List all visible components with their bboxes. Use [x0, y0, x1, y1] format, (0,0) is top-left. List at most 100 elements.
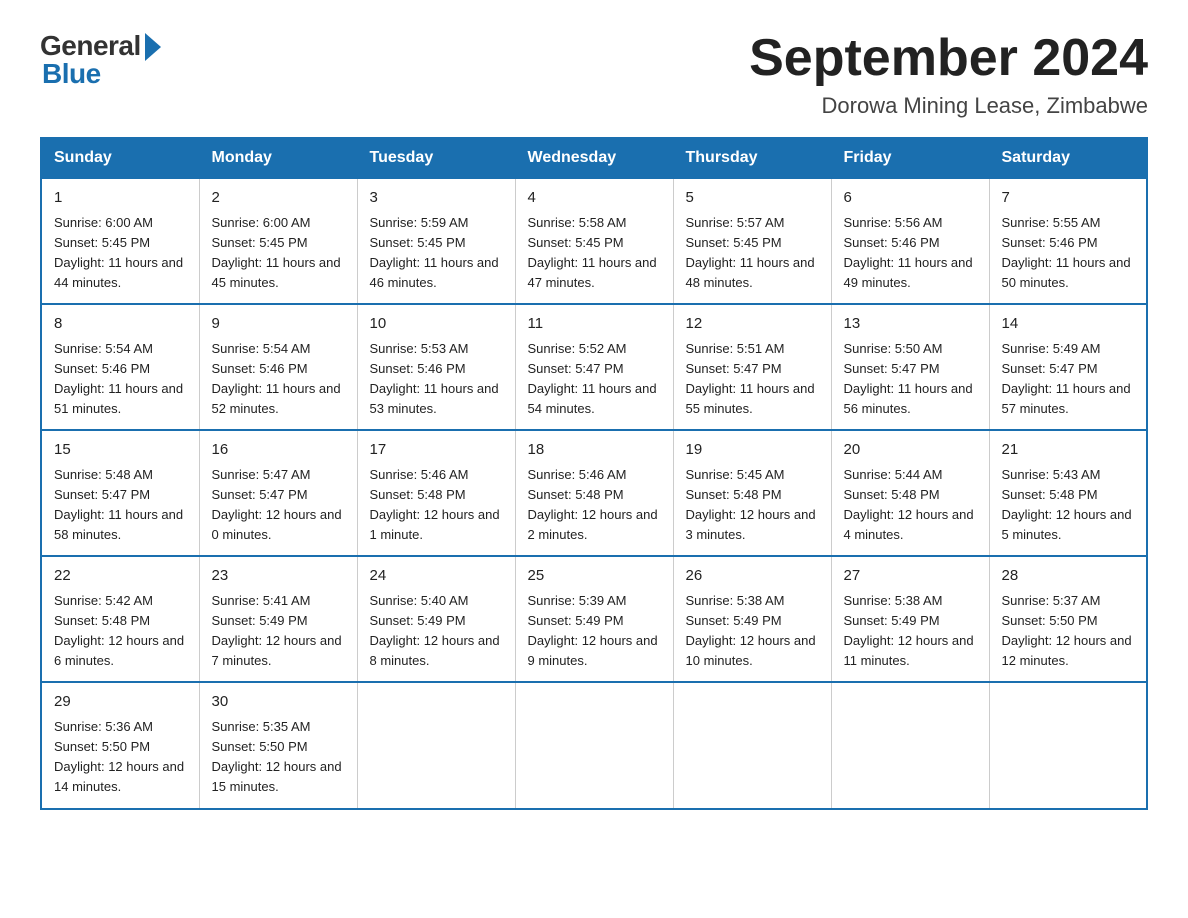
- day-number: 30: [212, 691, 347, 714]
- day-number: 21: [1002, 439, 1137, 462]
- day-number: 6: [844, 187, 979, 210]
- day-info: Sunrise: 5:47 AMSunset: 5:47 PMDaylight:…: [212, 467, 342, 542]
- column-header-tuesday: Tuesday: [357, 138, 515, 178]
- day-number: 2: [212, 187, 347, 210]
- day-info: Sunrise: 5:35 AMSunset: 5:50 PMDaylight:…: [212, 719, 342, 794]
- day-number: 5: [686, 187, 821, 210]
- day-number: 20: [844, 439, 979, 462]
- calendar-cell: [989, 682, 1147, 808]
- day-info: Sunrise: 5:51 AMSunset: 5:47 PMDaylight:…: [686, 341, 815, 416]
- logo-triangle-icon: [145, 33, 161, 61]
- day-number: 23: [212, 565, 347, 588]
- day-info: Sunrise: 5:36 AMSunset: 5:50 PMDaylight:…: [54, 719, 184, 794]
- calendar-week-row: 8Sunrise: 5:54 AMSunset: 5:46 PMDaylight…: [41, 304, 1147, 430]
- calendar-cell: 21 Sunrise: 5:43 AMSunset: 5:48 PMDayligh…: [989, 430, 1147, 556]
- day-info: Sunrise: 5:38 AMSunset: 5:49 PMDaylight:…: [844, 593, 974, 668]
- day-info: Sunrise: 5:58 AMSunset: 5:45 PMDaylight:…: [528, 215, 657, 290]
- column-header-saturday: Saturday: [989, 138, 1147, 178]
- calendar-header-row: SundayMondayTuesdayWednesdayThursdayFrid…: [41, 138, 1147, 178]
- calendar-cell: 26Sunrise: 5:38 AMSunset: 5:49 PMDayligh…: [673, 556, 831, 682]
- day-info: Sunrise: 5:55 AMSunset: 5:46 PMDaylight:…: [1002, 215, 1131, 290]
- day-info: Sunrise: 5:50 AMSunset: 5:47 PMDaylight:…: [844, 341, 973, 416]
- calendar-cell: 23Sunrise: 5:41 AMSunset: 5:49 PMDayligh…: [199, 556, 357, 682]
- day-number: 12: [686, 313, 821, 336]
- calendar-week-row: 22 Sunrise: 5:42 AMSunset: 5:48 PMDayligh…: [41, 556, 1147, 682]
- day-info: Sunrise: 5:46 AMSunset: 5:48 PMDaylight:…: [370, 467, 500, 542]
- day-info: Sunrise: 5:59 AMSunset: 5:45 PMDaylight:…: [370, 215, 499, 290]
- day-number: 28: [1002, 565, 1137, 588]
- calendar-cell: 15 Sunrise: 5:48 AMSunset: 5:47 PMDayligh…: [41, 430, 199, 556]
- day-number: 16: [212, 439, 347, 462]
- column-header-thursday: Thursday: [673, 138, 831, 178]
- day-info: Sunrise: 6:00 AMSunset: 5:45 PMDaylight:…: [54, 215, 183, 290]
- calendar-cell: 17 Sunrise: 5:46 AMSunset: 5:48 PMDayligh…: [357, 430, 515, 556]
- calendar-cell: 18 Sunrise: 5:46 AMSunset: 5:48 PMDayligh…: [515, 430, 673, 556]
- calendar-cell: [673, 682, 831, 808]
- day-info: Sunrise: 5:48 AMSunset: 5:47 PMDaylight:…: [54, 467, 183, 542]
- day-info: Sunrise: 5:43 AMSunset: 5:48 PMDaylight:…: [1002, 467, 1132, 542]
- calendar-week-row: 15 Sunrise: 5:48 AMSunset: 5:47 PMDayligh…: [41, 430, 1147, 556]
- day-info: Sunrise: 5:53 AMSunset: 5:46 PMDaylight:…: [370, 341, 499, 416]
- calendar-cell: 30 Sunrise: 5:35 AMSunset: 5:50 PMDayligh…: [199, 682, 357, 808]
- day-number: 14: [1002, 313, 1137, 336]
- day-number: 3: [370, 187, 505, 210]
- calendar-cell: 14Sunrise: 5:49 AMSunset: 5:47 PMDayligh…: [989, 304, 1147, 430]
- calendar-cell: 22 Sunrise: 5:42 AMSunset: 5:48 PMDayligh…: [41, 556, 199, 682]
- day-info: Sunrise: 5:42 AMSunset: 5:48 PMDaylight:…: [54, 593, 184, 668]
- calendar-cell: 20Sunrise: 5:44 AMSunset: 5:48 PMDayligh…: [831, 430, 989, 556]
- column-header-sunday: Sunday: [41, 138, 199, 178]
- day-number: 25: [528, 565, 663, 588]
- day-number: 10: [370, 313, 505, 336]
- day-number: 24: [370, 565, 505, 588]
- day-info: Sunrise: 6:00 AMSunset: 5:45 PMDaylight:…: [212, 215, 341, 290]
- day-number: 22: [54, 565, 189, 588]
- day-number: 7: [1002, 187, 1137, 210]
- calendar-cell: 7 Sunrise: 5:55 AMSunset: 5:46 PMDaylight…: [989, 178, 1147, 304]
- calendar-week-row: 1Sunrise: 6:00 AMSunset: 5:45 PMDaylight…: [41, 178, 1147, 304]
- day-info: Sunrise: 5:39 AMSunset: 5:49 PMDaylight:…: [528, 593, 658, 668]
- day-info: Sunrise: 5:46 AMSunset: 5:48 PMDaylight:…: [528, 467, 658, 542]
- logo-blue-text: Blue: [40, 58, 101, 90]
- day-number: 4: [528, 187, 663, 210]
- day-info: Sunrise: 5:37 AMSunset: 5:50 PMDaylight:…: [1002, 593, 1132, 668]
- calendar-cell: 19 Sunrise: 5:45 AMSunset: 5:48 PMDayligh…: [673, 430, 831, 556]
- day-info: Sunrise: 5:54 AMSunset: 5:46 PMDaylight:…: [212, 341, 341, 416]
- day-info: Sunrise: 5:56 AMSunset: 5:46 PMDaylight:…: [844, 215, 973, 290]
- calendar-week-row: 29 Sunrise: 5:36 AMSunset: 5:50 PMDayligh…: [41, 682, 1147, 808]
- day-number: 11: [528, 313, 663, 336]
- calendar-cell: 12 Sunrise: 5:51 AMSunset: 5:47 PMDayligh…: [673, 304, 831, 430]
- day-number: 13: [844, 313, 979, 336]
- calendar-title: September 2024: [749, 30, 1148, 87]
- day-number: 19: [686, 439, 821, 462]
- day-number: 17: [370, 439, 505, 462]
- calendar-cell: 8Sunrise: 5:54 AMSunset: 5:46 PMDaylight…: [41, 304, 199, 430]
- calendar-cell: [515, 682, 673, 808]
- day-number: 26: [686, 565, 821, 588]
- logo: General Blue: [40, 30, 161, 90]
- day-number: 27: [844, 565, 979, 588]
- calendar-cell: 4 Sunrise: 5:58 AMSunset: 5:45 PMDaylight…: [515, 178, 673, 304]
- calendar-cell: 28 Sunrise: 5:37 AMSunset: 5:50 PMDayligh…: [989, 556, 1147, 682]
- calendar-cell: 6 Sunrise: 5:56 AMSunset: 5:46 PMDaylight…: [831, 178, 989, 304]
- day-info: Sunrise: 5:45 AMSunset: 5:48 PMDaylight:…: [686, 467, 816, 542]
- calendar-cell: 29 Sunrise: 5:36 AMSunset: 5:50 PMDayligh…: [41, 682, 199, 808]
- calendar-cell: 2 Sunrise: 6:00 AMSunset: 5:45 PMDaylight…: [199, 178, 357, 304]
- day-info: Sunrise: 5:40 AMSunset: 5:49 PMDaylight:…: [370, 593, 500, 668]
- calendar-cell: 16 Sunrise: 5:47 AMSunset: 5:47 PMDayligh…: [199, 430, 357, 556]
- day-info: Sunrise: 5:54 AMSunset: 5:46 PMDaylight:…: [54, 341, 183, 416]
- day-info: Sunrise: 5:57 AMSunset: 5:45 PMDaylight:…: [686, 215, 815, 290]
- day-number: 18: [528, 439, 663, 462]
- page-header: General Blue September 2024 Dorowa Minin…: [40, 30, 1148, 119]
- day-number: 9: [212, 313, 347, 336]
- calendar-cell: 27 Sunrise: 5:38 AMSunset: 5:49 PMDayligh…: [831, 556, 989, 682]
- calendar-cell: 5 Sunrise: 5:57 AMSunset: 5:45 PMDaylight…: [673, 178, 831, 304]
- calendar-cell: 9 Sunrise: 5:54 AMSunset: 5:46 PMDaylight…: [199, 304, 357, 430]
- day-number: 29: [54, 691, 189, 714]
- calendar-cell: 25 Sunrise: 5:39 AMSunset: 5:49 PMDayligh…: [515, 556, 673, 682]
- column-header-wednesday: Wednesday: [515, 138, 673, 178]
- day-number: 15: [54, 439, 189, 462]
- calendar-cell: 10 Sunrise: 5:53 AMSunset: 5:46 PMDayligh…: [357, 304, 515, 430]
- calendar-table: SundayMondayTuesdayWednesdayThursdayFrid…: [40, 137, 1148, 809]
- calendar-cell: [357, 682, 515, 808]
- column-header-friday: Friday: [831, 138, 989, 178]
